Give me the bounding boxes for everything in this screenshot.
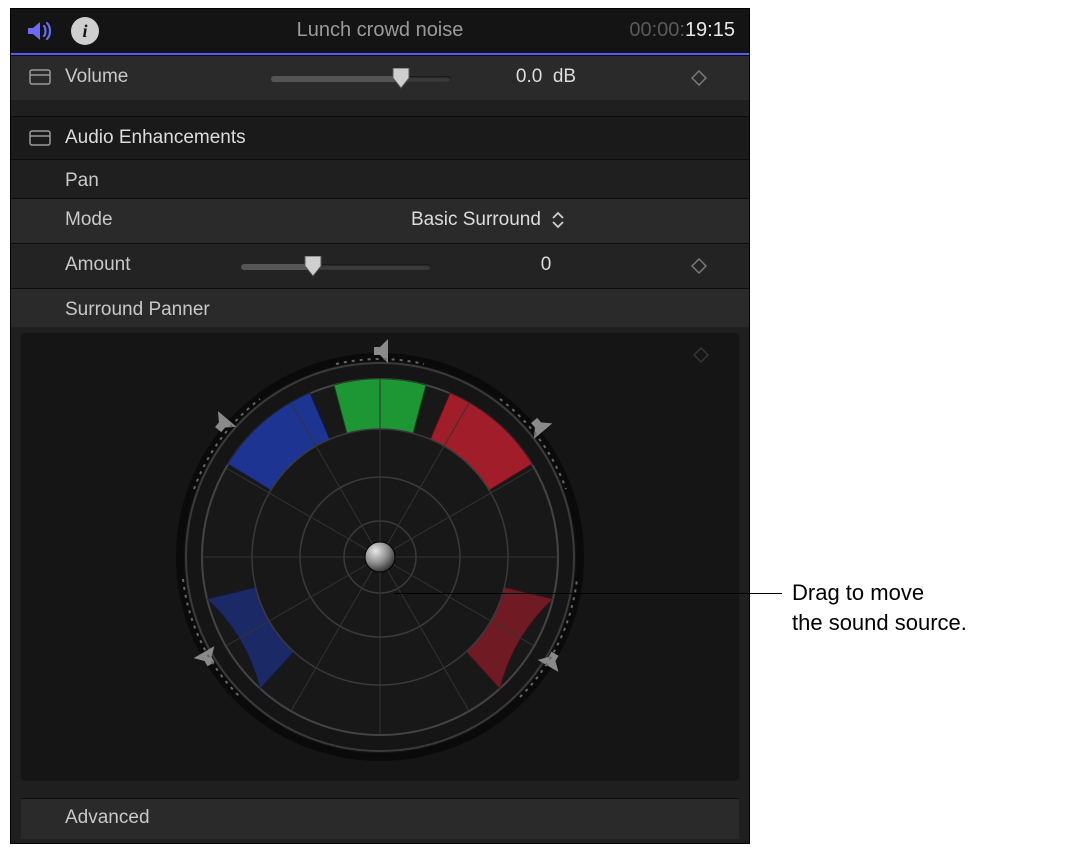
pan-amount-row: Amount 0: [11, 243, 749, 288]
surround-panner-label: Surround Panner: [65, 299, 210, 321]
pan-amount-label: Amount: [65, 254, 130, 276]
callout-line1: Drag to move: [792, 578, 967, 608]
pan-mode-row: Mode Basic Surround: [11, 198, 749, 243]
timecode-dim: 00:00:: [629, 19, 685, 41]
pan-mode-label: Mode: [65, 209, 113, 231]
volume-value[interactable]: 0.0 dB: [471, 66, 621, 88]
keyframe-icon[interactable]: [691, 258, 707, 274]
advanced-row[interactable]: Advanced: [21, 798, 739, 839]
surround-panner-area: [21, 333, 739, 781]
pan-label: Pan: [65, 170, 99, 192]
keyframe-icon[interactable]: [693, 347, 709, 363]
surround-panner-dial[interactable]: [160, 337, 600, 777]
volume-row: Volume 0.0 dB: [11, 55, 749, 100]
pan-amount-slider[interactable]: [241, 264, 431, 270]
sound-source-puck[interactable]: [365, 542, 395, 572]
stepper-icon: [551, 211, 565, 229]
keyframe-icon[interactable]: [691, 70, 707, 86]
pan-section: Pan: [11, 159, 749, 198]
disclosure-icon[interactable]: [29, 68, 51, 86]
volume-label: Volume: [65, 66, 128, 88]
audio-enhancements-label: Audio Enhancements: [65, 127, 246, 149]
pan-mode-value: Basic Surround: [411, 209, 541, 231]
timecode: 00:00:19:15: [629, 19, 735, 42]
surround-panner-row: Surround Panner: [11, 288, 749, 327]
inspector-header: i Lunch crowd noise 00:00:19:15: [11, 9, 749, 55]
volume-slider[interactable]: [271, 76, 451, 82]
callout-line: [394, 593, 782, 594]
callout-line2: the sound source.: [792, 608, 967, 638]
advanced-label: Advanced: [65, 807, 150, 829]
pan-amount-value[interactable]: 0: [471, 254, 621, 276]
audio-inspector-panel: i Lunch crowd noise 00:00:19:15 Volume: [10, 8, 750, 844]
timecode-lit: 19:15: [685, 19, 735, 41]
pan-mode-dropdown[interactable]: Basic Surround: [411, 209, 565, 231]
callout-text: Drag to move the sound source.: [792, 578, 967, 637]
disclosure-icon[interactable]: [29, 129, 51, 147]
audio-enhancements-section[interactable]: Audio Enhancements: [11, 116, 749, 159]
